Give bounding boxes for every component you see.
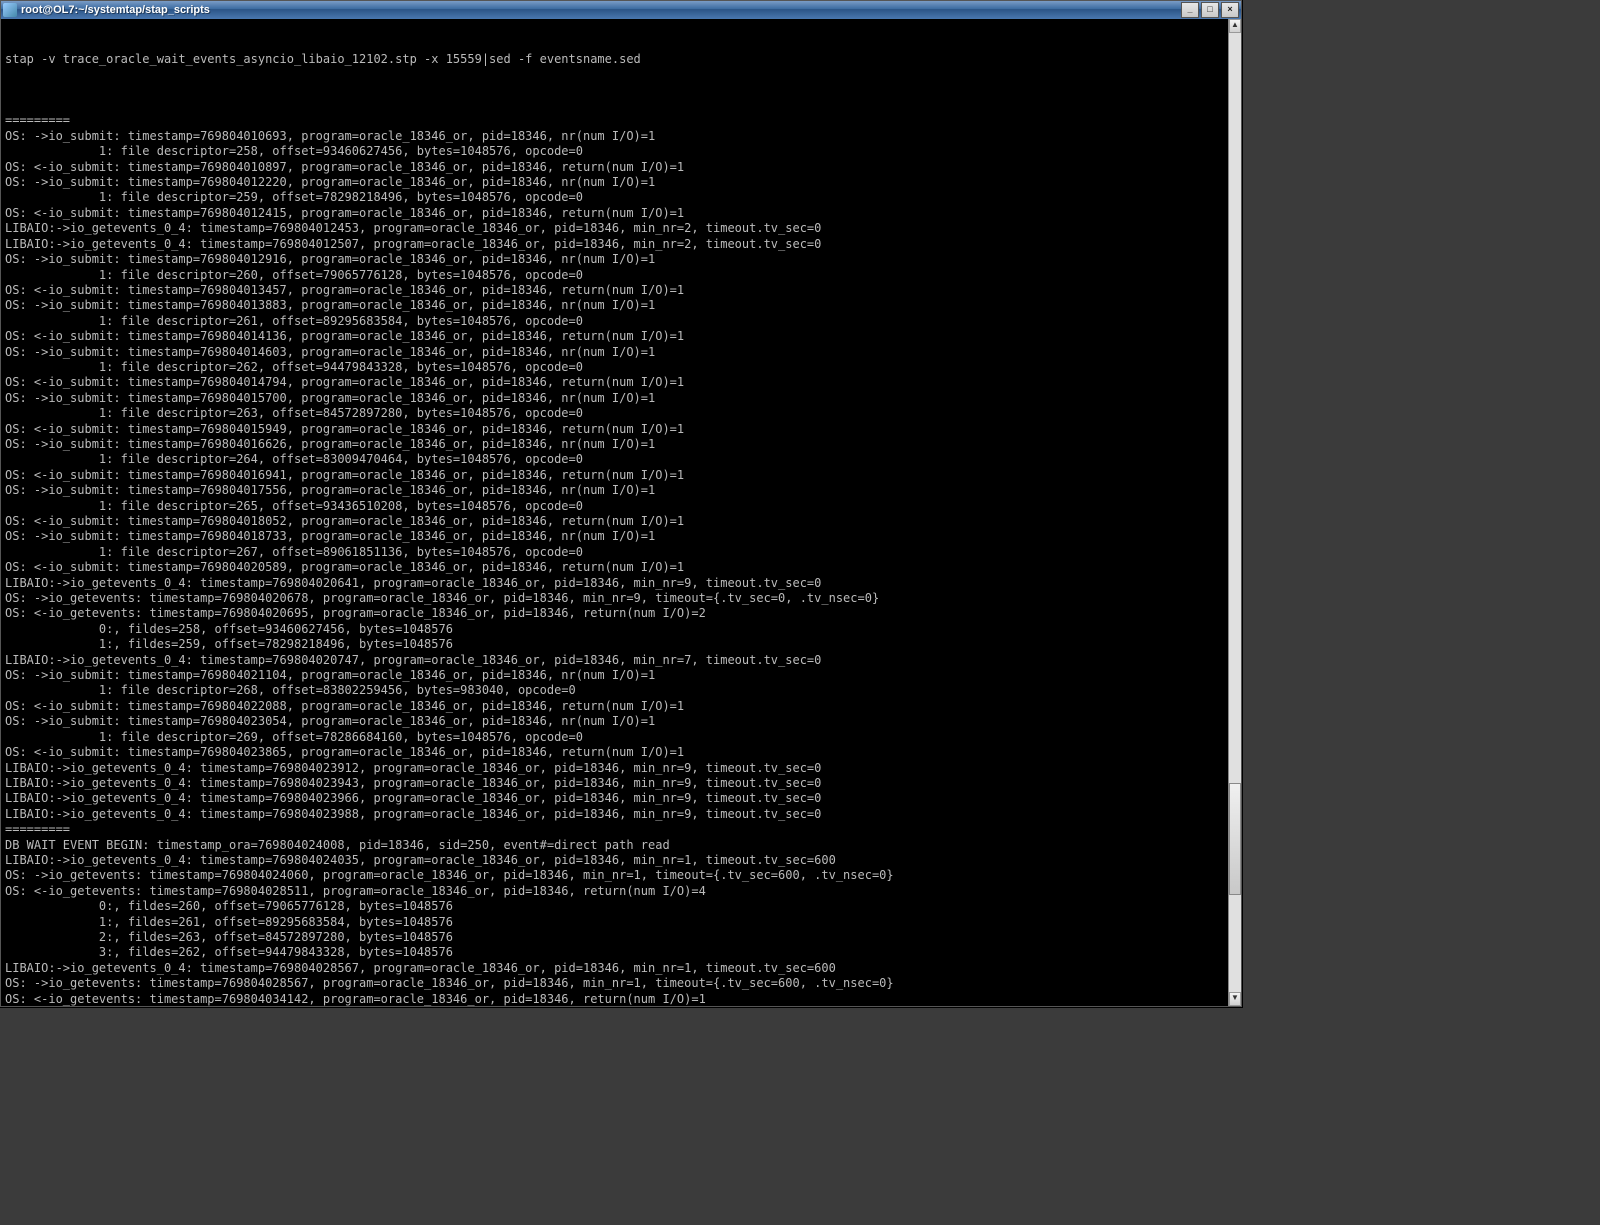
output-line: OS: <-io_getevents: timestamp=7698040285… (5, 884, 1225, 899)
output-line: 1: file descriptor=264, offset=830094704… (5, 452, 1225, 467)
output-line: 1:, fildes=261, offset=89295683584, byte… (5, 915, 1225, 930)
terminal-content[interactable]: stap -v trace_oracle_wait_events_asyncio… (1, 19, 1229, 1006)
output-line: 1: file descriptor=263, offset=845728972… (5, 406, 1225, 421)
output-line: OS: ->io_submit: timestamp=769804012220,… (5, 175, 1225, 190)
output-line: LIBAIO:->io_getevents_0_4: timestamp=769… (5, 961, 1225, 976)
output-line: LIBAIO:->io_getevents_0_4: timestamp=769… (5, 807, 1225, 822)
output-line: OS: ->io_submit: timestamp=769804016626,… (5, 437, 1225, 452)
output-line: OS: <-io_submit: timestamp=769804022088,… (5, 699, 1225, 714)
output-line: OS: <-io_submit: timestamp=769804015949,… (5, 422, 1225, 437)
window-title: root@OL7:~/systemtap/stap_scripts (21, 4, 1181, 16)
titlebar[interactable]: root@OL7:~/systemtap/stap_scripts _ □ × (1, 1, 1241, 19)
output-line: 1: file descriptor=268, offset=838022594… (5, 683, 1225, 698)
output-line: 1: file descriptor=259, offset=782982184… (5, 190, 1225, 205)
output-line: OS: ->io_submit: timestamp=769804017556,… (5, 483, 1225, 498)
output-line: LIBAIO:->io_getevents_0_4: timestamp=769… (5, 776, 1225, 791)
output-line: OS: ->io_submit: timestamp=769804021104,… (5, 668, 1225, 683)
output-line: 1: file descriptor=262, offset=944798433… (5, 360, 1225, 375)
scrollbar-thumb[interactable] (1229, 783, 1241, 895)
output-line: 1:, fildes=259, offset=78298218496, byte… (5, 637, 1225, 652)
output-line: LIBAIO:->io_getevents_0_4: timestamp=769… (5, 576, 1225, 591)
command-line: stap -v trace_oracle_wait_events_asyncio… (5, 52, 1225, 67)
window-controls: _ □ × (1181, 2, 1239, 18)
output-line: LIBAIO:->io_getevents_0_4: timestamp=769… (5, 791, 1225, 806)
minimize-button[interactable]: _ (1181, 2, 1199, 18)
output-line: OS: ->io_submit: timestamp=769804015700,… (5, 391, 1225, 406)
output-line: OS: ->io_submit: timestamp=769804010693,… (5, 129, 1225, 144)
output-line: DB WAIT EVENT BEGIN: timestamp_ora=76980… (5, 838, 1225, 853)
output-line: 1: file descriptor=265, offset=934365102… (5, 499, 1225, 514)
vertical-scrollbar[interactable]: ▲ ▼ (1228, 19, 1241, 1006)
output-line: 3:, fildes=262, offset=94479843328, byte… (5, 945, 1225, 960)
output-line: OS: <-io_submit: timestamp=769804016941,… (5, 468, 1225, 483)
output-line: OS: <-io_submit: timestamp=769804018052,… (5, 514, 1225, 529)
scroll-up-arrow[interactable]: ▲ (1229, 19, 1241, 33)
output-line: 1: file descriptor=267, offset=890618511… (5, 545, 1225, 560)
output-line: OS: ->io_submit: timestamp=769804018733,… (5, 529, 1225, 544)
output-line: LIBAIO:->io_getevents_0_4: timestamp=769… (5, 653, 1225, 668)
output-line: LIBAIO:->io_getevents_0_4: timestamp=769… (5, 761, 1225, 776)
output-line: OS: <-io_submit: timestamp=769804010897,… (5, 160, 1225, 175)
putty-icon (3, 3, 17, 17)
output-line: OS: <-io_getevents: timestamp=7698040341… (5, 992, 1225, 1006)
output-line: ========= (5, 822, 1225, 837)
output-line: LIBAIO:->io_getevents_0_4: timestamp=769… (5, 221, 1225, 236)
terminal-window: root@OL7:~/systemtap/stap_scripts _ □ × … (0, 0, 1242, 1007)
output-line: OS: ->io_getevents: timestamp=7698040206… (5, 591, 1225, 606)
output-line: 1: file descriptor=260, offset=790657761… (5, 268, 1225, 283)
output-lines: =========OS: ->io_submit: timestamp=7698… (5, 98, 1225, 1006)
output-line: OS: ->io_submit: timestamp=769804023054,… (5, 714, 1225, 729)
output-line: 2:, fildes=263, offset=84572897280, byte… (5, 930, 1225, 945)
maximize-button[interactable]: □ (1201, 2, 1219, 18)
output-line: 1: file descriptor=258, offset=934606274… (5, 144, 1225, 159)
output-line: OS: ->io_getevents: timestamp=7698040285… (5, 976, 1225, 991)
output-line: 0:, fildes=260, offset=79065776128, byte… (5, 899, 1225, 914)
output-line: OS: <-io_submit: timestamp=769804020589,… (5, 560, 1225, 575)
output-line: OS: <-io_submit: timestamp=769804013457,… (5, 283, 1225, 298)
output-line: OS: <-io_submit: timestamp=769804023865,… (5, 745, 1225, 760)
output-line: OS: <-io_getevents: timestamp=7698040206… (5, 606, 1225, 621)
output-line: OS: ->io_getevents: timestamp=7698040240… (5, 868, 1225, 883)
scroll-down-arrow[interactable]: ▼ (1229, 992, 1241, 1006)
output-line: OS: ->io_submit: timestamp=769804014603,… (5, 345, 1225, 360)
output-line: 0:, fildes=258, offset=93460627456, byte… (5, 622, 1225, 637)
output-line: 1: file descriptor=261, offset=892956835… (5, 314, 1225, 329)
output-line: OS: <-io_submit: timestamp=769804014794,… (5, 375, 1225, 390)
output-line: OS: <-io_submit: timestamp=769804014136,… (5, 329, 1225, 344)
scrollbar-track[interactable] (1229, 33, 1241, 992)
output-line: OS: ->io_submit: timestamp=769804012916,… (5, 252, 1225, 267)
close-button[interactable]: × (1221, 2, 1239, 18)
output-line: OS: <-io_submit: timestamp=769804012415,… (5, 206, 1225, 221)
output-line: 1: file descriptor=269, offset=782866841… (5, 730, 1225, 745)
output-line (5, 98, 1225, 113)
output-line: LIBAIO:->io_getevents_0_4: timestamp=769… (5, 853, 1225, 868)
output-line: ========= (5, 113, 1225, 128)
output-line: OS: ->io_submit: timestamp=769804013883,… (5, 298, 1225, 313)
output-line: LIBAIO:->io_getevents_0_4: timestamp=769… (5, 237, 1225, 252)
